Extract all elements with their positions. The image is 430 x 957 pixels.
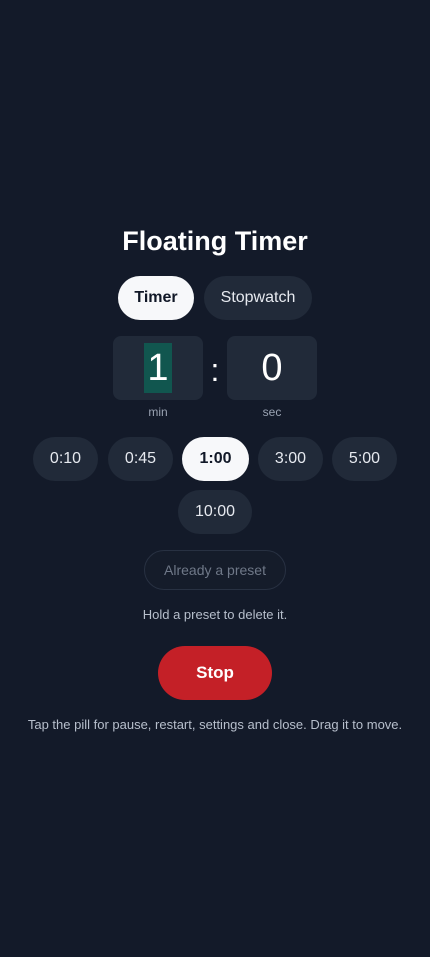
timer-screen: Floating Timer Timer Stopwatch 1 : 0 min…: [0, 0, 430, 957]
stop-button[interactable]: Stop: [158, 646, 272, 700]
preset-button[interactable]: 5:00: [332, 437, 397, 481]
add-preset-button[interactable]: Already a preset: [144, 550, 286, 590]
page-title: Floating Timer: [122, 226, 308, 256]
tab-timer[interactable]: Timer: [118, 276, 194, 320]
delete-preset-hint: Hold a preset to delete it.: [142, 607, 288, 622]
preset-button[interactable]: 0:45: [108, 437, 173, 481]
seconds-value: 0: [261, 346, 283, 389]
preset-button[interactable]: 10:00: [178, 490, 252, 534]
pill-help-text: Tap the pill for pause, restart, setting…: [27, 717, 403, 732]
seconds-label: sec: [262, 405, 282, 419]
preset-button[interactable]: 0:10: [33, 437, 98, 481]
time-separator: :: [210, 352, 220, 388]
minutes-value: 1: [144, 343, 172, 393]
minutes-label: min: [148, 405, 168, 419]
preset-button[interactable]: 3:00: [258, 437, 323, 481]
preset-button-selected[interactable]: 1:00: [182, 437, 249, 481]
minutes-input[interactable]: 1: [113, 336, 203, 400]
seconds-input[interactable]: 0: [227, 336, 317, 400]
tab-stopwatch[interactable]: Stopwatch: [204, 276, 312, 320]
mode-tabs: Timer Stopwatch: [0, 276, 430, 320]
